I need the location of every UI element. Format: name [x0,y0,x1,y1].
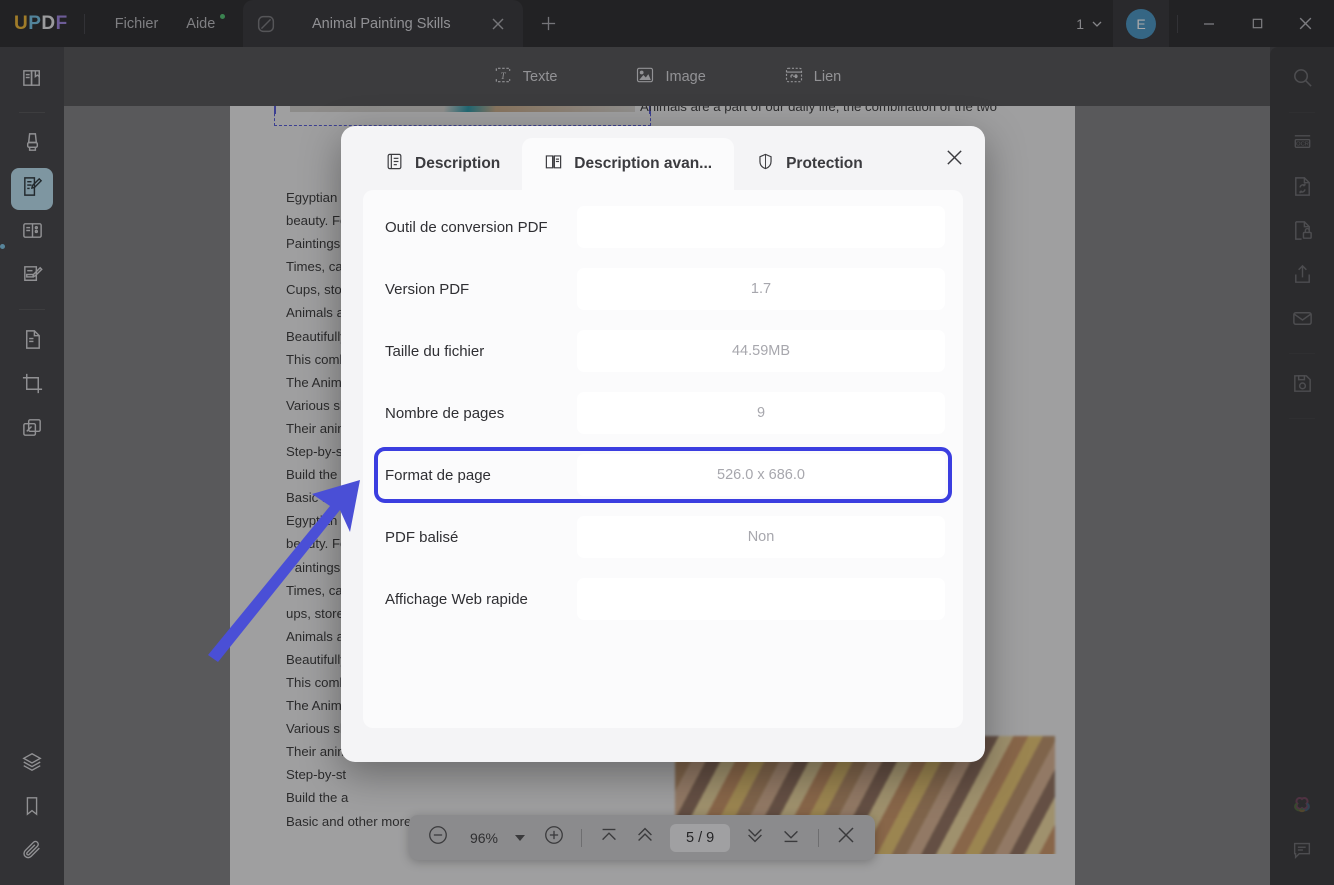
property-row[interactable]: Taille du fichier 44.59MB [381,330,945,372]
page-indicator[interactable]: 5 / 9 [670,823,731,852]
prev-page-icon [634,824,656,851]
zoom-out-button[interactable] [421,821,455,855]
property-value[interactable]: 1.7 [577,268,945,310]
zoom-out-icon [427,824,449,851]
tab-description-label: Description [415,155,501,172]
first-page-button[interactable] [592,821,626,855]
next-page-button[interactable] [738,821,772,855]
property-value[interactable]: Non [577,516,945,558]
tab-description-avancee[interactable]: Description avan... [522,138,735,190]
property-label: PDF balisé [385,528,459,546]
property-value[interactable]: 44.59MB [577,330,945,372]
property-row[interactable]: Version PDF 1.7 [381,268,945,310]
tab-description[interactable]: Description [363,138,522,190]
property-row[interactable]: Outil de conversion PDF [381,206,945,248]
property-value[interactable]: 526.0 x 686.0 [577,454,945,496]
advanced-description-icon [544,152,563,176]
property-label: Taille du fichier [385,342,485,360]
last-page-button[interactable] [774,821,808,855]
property-row[interactable]: Format de page 526.0 x 686.0 [374,447,952,503]
zoom-in-icon [543,824,565,851]
next-page-icon [744,824,766,851]
divider [818,828,820,847]
zoom-in-button[interactable] [537,821,571,855]
property-row[interactable]: Affichage Web rapide [381,578,945,620]
property-label: Version PDF [385,280,470,298]
property-value[interactable] [577,578,945,620]
tab-protection[interactable]: Protection [734,138,885,190]
property-value[interactable] [577,206,945,248]
dialog-field-list: Outil de conversion PDF Version PDF 1.7 Tai… [363,190,963,728]
first-page-icon [598,824,620,851]
dialog-tab-bar: Description Description avan... Protecti… [341,126,985,190]
app-window: UPDF Fichier Aide Animal Painting Skills… [0,0,1334,885]
property-label: Format de page [385,466,491,484]
tab-description-avancee-label: Description avan... [574,155,713,172]
close-toolbar-button[interactable] [829,821,863,855]
document-properties-dialog: Description Description avan... Protecti… [341,126,985,762]
chevron-down-icon[interactable] [515,834,525,841]
previous-page-button[interactable] [628,821,662,855]
last-page-icon [780,824,802,851]
property-row[interactable]: PDF balisé Non [381,516,945,558]
property-label: Nombre de pages [385,404,505,422]
tab-protection-label: Protection [786,155,863,172]
page-navigation-toolbar: 96% 5 / 9 [409,815,876,860]
property-row[interactable]: Nombre de pages 9 [381,392,945,434]
zoom-level-value[interactable]: 96% [457,830,511,846]
property-label: Affichage Web rapide [385,590,528,608]
divider [581,828,582,847]
description-icon [385,152,404,176]
shield-icon [756,152,775,176]
close-icon [836,825,856,850]
property-label: Outil de conversion PDF [385,218,548,236]
property-value[interactable]: 9 [577,392,945,434]
close-dialog-button[interactable] [937,140,971,174]
